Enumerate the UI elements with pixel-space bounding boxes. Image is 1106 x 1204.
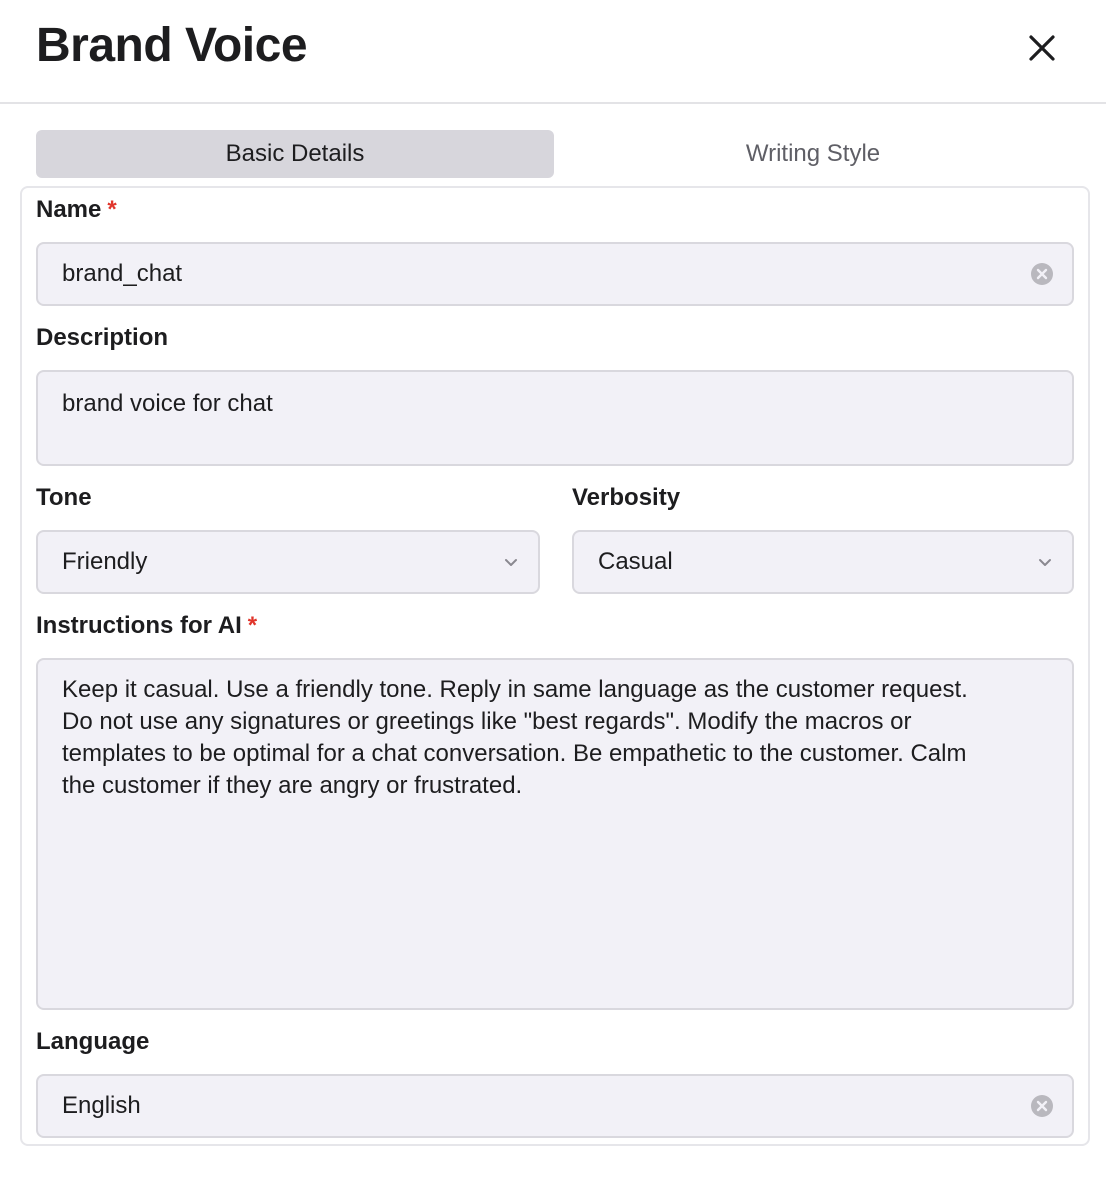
chevron-down-icon xyxy=(1039,559,1051,566)
name-input-value: brand_chat xyxy=(62,260,183,287)
verbosity-select[interactable]: Casual xyxy=(572,530,1074,594)
instructions-textarea[interactable]: Keep it casual. Use a friendly tone. Rep… xyxy=(36,658,1074,1010)
description-label: Description xyxy=(36,324,169,351)
language-input-value: English xyxy=(62,1092,141,1119)
instructions-label: Instructions for AI * xyxy=(36,612,257,640)
tab-basic-details[interactable]: Basic Details xyxy=(36,130,554,178)
clear-circle-icon[interactable] xyxy=(1030,1094,1054,1118)
name-label: Name * xyxy=(36,196,117,224)
name-input[interactable]: brand_chat xyxy=(36,242,1074,306)
tab-bar: Basic Details Writing Style xyxy=(36,130,1072,178)
tone-select-value: Friendly xyxy=(62,548,148,575)
chevron-down-icon xyxy=(505,559,517,566)
clear-circle-icon[interactable] xyxy=(1030,262,1054,286)
close-icon xyxy=(1029,35,1055,61)
language-input[interactable]: English xyxy=(36,1074,1074,1138)
tone-label: Tone xyxy=(36,484,92,511)
verbosity-label: Verbosity xyxy=(572,484,681,511)
tone-select[interactable]: Friendly xyxy=(36,530,540,594)
dialog-title: Brand Voice xyxy=(36,19,308,72)
required-mark: * xyxy=(107,196,117,223)
tab-writing-style[interactable]: Writing Style xyxy=(554,130,1072,178)
dialog-header: Brand Voice xyxy=(0,0,1106,104)
required-mark: * xyxy=(247,612,258,639)
description-textarea[interactable]: brand voice for chat xyxy=(36,370,1074,466)
name-label-text: Name xyxy=(36,196,102,223)
language-label: Language xyxy=(36,1028,150,1055)
close-button[interactable] xyxy=(1022,28,1062,68)
instructions-label-text: Instructions for AI xyxy=(36,612,242,639)
verbosity-select-value: Casual xyxy=(598,548,673,575)
